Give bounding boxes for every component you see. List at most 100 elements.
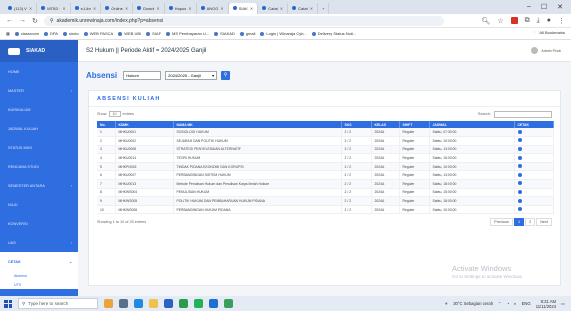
close-tab-icon[interactable]: ✕ (280, 6, 283, 11)
download-icon[interactable]: ⤓ (537, 17, 540, 25)
chevron-up-icon[interactable]: ⌃ (498, 301, 502, 306)
bookmark-item[interactable]: SIAKAD (214, 31, 235, 36)
windows-start-icon[interactable] (4, 299, 12, 308)
browser-tab[interactable]: Online ✕ (101, 2, 134, 14)
column-header[interactable]: CETAK (514, 121, 554, 128)
column-header[interactable]: SHIFT (399, 121, 430, 128)
bookmark-item[interactable]: gmail (239, 31, 255, 36)
sidebar-item-status-mhs[interactable]: STATUS MHS (0, 138, 78, 157)
profile-icon[interactable]: ● (547, 17, 551, 24)
bookmark-item[interactable]: classroom (14, 31, 39, 36)
new-tab-button[interactable]: + (318, 2, 330, 14)
page-2-button[interactable]: 2 (525, 218, 536, 227)
taskbar-app-icon[interactable] (104, 299, 113, 308)
whatsapp-icon[interactable] (194, 299, 203, 308)
maximize-icon[interactable]: ☐ (541, 3, 547, 11)
close-tab-icon[interactable]: ✕ (62, 6, 65, 11)
apps-icon[interactable]: ▦ (6, 31, 10, 36)
sidebar-subitem-uts[interactable]: UTS (0, 280, 78, 289)
forward-icon[interactable]: → (19, 17, 26, 24)
entries-select[interactable]: 10 (108, 111, 121, 117)
browser-tab[interactable]: ANGG ✕ (197, 2, 229, 14)
close-tab-icon[interactable]: ✕ (220, 6, 223, 11)
previous-button[interactable]: Previous (490, 218, 513, 227)
back-icon[interactable]: ← (6, 17, 13, 24)
bookmark-item[interactable]: Delivery Status Noti... (311, 31, 356, 36)
all-bookmarks-button[interactable]: 🗀 All Bookmarks (535, 30, 565, 37)
edge-icon[interactable] (134, 299, 143, 308)
excel-icon[interactable] (224, 299, 233, 308)
sidebar-item-uas[interactable]: UAS › (0, 233, 78, 252)
minimize-icon[interactable]: – (527, 3, 531, 11)
browser-tab[interactable]: Downl ✕ (133, 2, 165, 14)
print-icon[interactable] (517, 164, 522, 169)
bookmark-item[interactable]: siroto (62, 31, 79, 36)
sidebar-item-master[interactable]: MASTER › (0, 81, 78, 100)
sidebar-item-jadwal-kuliah[interactable]: JADWAL KULIAH (0, 119, 78, 138)
bookmark-item[interactable]: SIAF (146, 31, 161, 36)
sidebar-item-konversi[interactable]: KONVERSI (0, 214, 78, 233)
close-tab-icon[interactable]: ✕ (250, 6, 253, 11)
sidebar-item-cetak[interactable]: CETAK ⌄ (0, 252, 78, 271)
word-icon[interactable] (209, 299, 218, 308)
close-tab-icon[interactable]: ✕ (93, 6, 96, 11)
close-tab-icon[interactable]: ✕ (188, 6, 191, 11)
bookmark-item[interactable]: DPA (44, 31, 58, 36)
browser-tab[interactable]: MTB3 · ✕ (37, 2, 71, 14)
clock[interactable]: 9:31 AM 11/11/2024 (536, 299, 556, 309)
print-icon[interactable] (517, 129, 522, 134)
column-header[interactable]: KDMK (115, 121, 174, 128)
print-icon[interactable] (517, 155, 522, 160)
browser-tab[interactable]: Hapus ✕ (165, 2, 197, 14)
network-icon[interactable]: ◔ (507, 301, 510, 306)
menu-icon[interactable]: ⋮ (558, 17, 565, 25)
bookmark-item[interactable]: MS Pembayaran U... (166, 31, 209, 36)
taskbar-search[interactable]: ⚲ Type here to search (18, 298, 98, 309)
extensions-icon[interactable]: ⧉ (525, 17, 530, 25)
file-explorer-icon[interactable] (149, 299, 158, 308)
url-field[interactable]: ⚲ akademik.unrewinaja.com/index.php?p=abs… (43, 15, 444, 26)
browser-tab[interactable]: (113) V ✕ (4, 2, 38, 14)
notification-icon[interactable]: ▭ (561, 301, 565, 306)
task-view-icon[interactable] (119, 299, 128, 308)
close-tab-icon[interactable]: ✕ (125, 6, 128, 11)
sidebar-item-nilai[interactable]: NILAI (0, 195, 78, 214)
next-button[interactable]: Next (536, 218, 552, 227)
zoom-icon[interactable]: 🔍︎ (481, 17, 490, 25)
bookmark-item[interactable]: WEB PASCA (83, 31, 113, 36)
browser-tab[interactable]: e-Libr ✕ (71, 2, 102, 14)
sidebar-item-kurikulum[interactable]: KURIKULUM (0, 100, 78, 119)
search-input[interactable] (494, 110, 552, 118)
brand[interactable]: SIAKAD (0, 40, 78, 62)
print-icon[interactable] (517, 198, 522, 203)
user-menu[interactable]: Admin Prodi (531, 47, 571, 54)
bookmark-item[interactable]: WEB UBI (118, 31, 141, 36)
browser-tab-active[interactable]: SIAK ✕ (228, 2, 259, 14)
sidebar-subitem-absensi[interactable]: Absensi (0, 271, 78, 280)
print-icon[interactable] (517, 181, 522, 186)
close-window-icon[interactable]: ✕ (557, 3, 563, 11)
sidebar-item-semester-antara[interactable]: SEMESTER ANTARA › (0, 176, 78, 195)
print-icon[interactable] (517, 207, 522, 212)
page-1-button[interactable]: 1 (513, 218, 525, 227)
print-icon[interactable] (517, 172, 522, 177)
column-header[interactable]: KELAS (371, 121, 400, 128)
column-header[interactable]: JADWAL (429, 121, 515, 128)
volume-icon[interactable]: 🔈︎ (514, 301, 517, 306)
close-tab-icon[interactable]: ✕ (310, 6, 313, 11)
sidebar-item-rencana-studi[interactable]: RENCANA STUDI (0, 157, 78, 176)
search-button[interactable]: ⚲ (221, 70, 231, 80)
star-icon[interactable]: ☆ (497, 17, 503, 25)
browser-tab[interactable]: Catat ✕ (288, 2, 319, 14)
column-header[interactable]: NAMA MK (173, 121, 342, 128)
extension-icon[interactable] (510, 17, 518, 24)
chrome-icon[interactable] (179, 299, 188, 308)
print-icon[interactable] (517, 138, 522, 143)
sidebar-item-home[interactable]: HOME (0, 62, 78, 81)
close-tab-icon[interactable]: ✕ (156, 6, 159, 11)
periode-select[interactable]: 2024/2025 - Ganjil ▾ (165, 70, 218, 80)
close-tab-icon[interactable]: ✕ (29, 6, 32, 11)
bookmark-item[interactable]: Login | Winaraja Cyb... (260, 31, 307, 36)
column-header[interactable]: SKS (341, 121, 372, 128)
print-icon[interactable] (517, 189, 522, 194)
